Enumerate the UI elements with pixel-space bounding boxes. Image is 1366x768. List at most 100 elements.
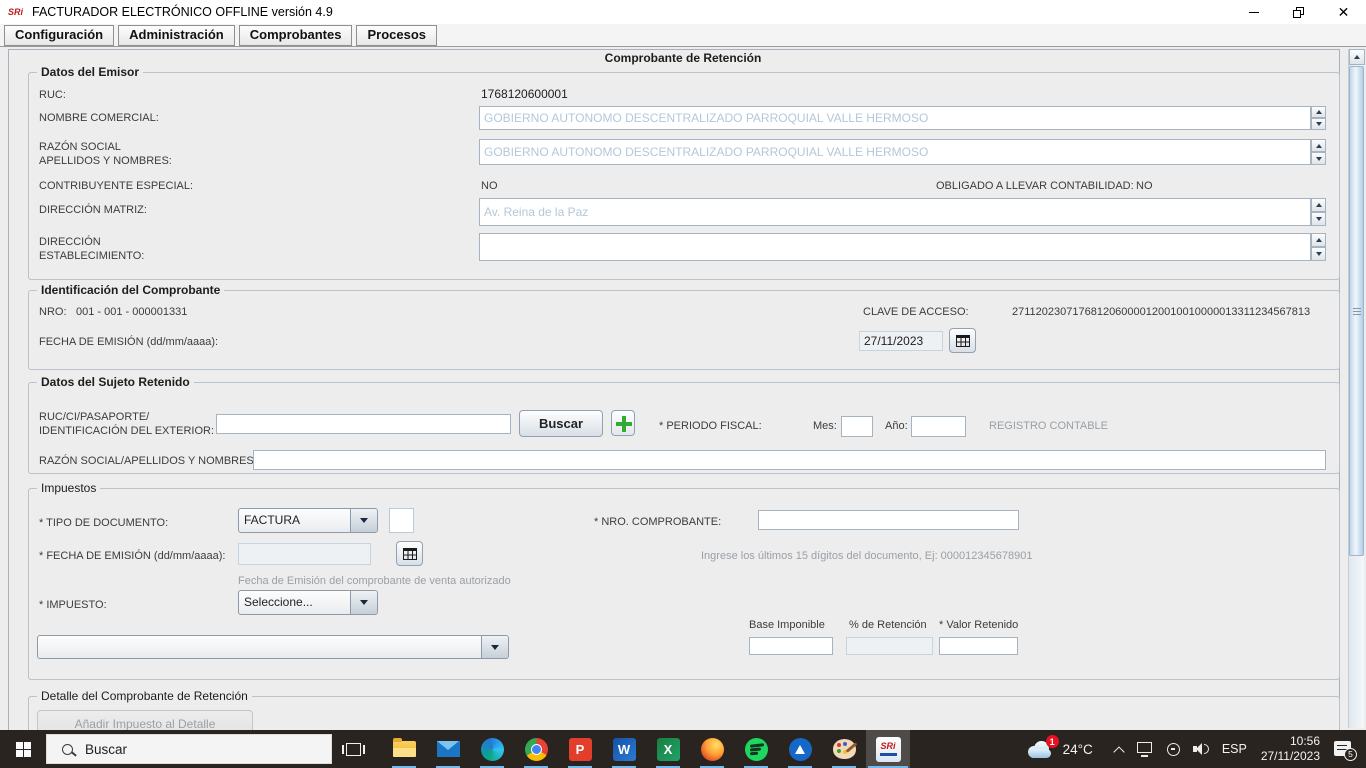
start-button[interactable]: [0, 730, 46, 768]
nombre-comercial-spinner[interactable]: [1311, 106, 1326, 130]
file-explorer-icon: [392, 738, 416, 757]
ruc-label: RUC:: [39, 89, 66, 101]
language-indicator[interactable]: ESP: [1222, 742, 1247, 756]
combo-arrow-icon[interactable]: [350, 509, 377, 532]
vertical-scrollbar[interactable]: [1348, 49, 1365, 728]
taskbar-word[interactable]: W: [602, 730, 646, 768]
taskbar-blue-circle-app[interactable]: [778, 730, 822, 768]
impuesto-fecha-field[interactable]: [238, 543, 371, 565]
combo-arrow-icon[interactable]: [481, 636, 508, 658]
date-label: 27/11/2023: [1260, 749, 1320, 763]
base-imponible-field[interactable]: [749, 637, 833, 655]
taskbar-chrome[interactable]: [514, 730, 558, 768]
impuesto-calendar-button[interactable]: [396, 541, 423, 566]
group-impuestos: Impuestos * TIPO DE DOCUMENTO: FACTURA *…: [28, 481, 1340, 680]
spinner-up-icon[interactable]: [1311, 198, 1326, 212]
combo-arrow-icon[interactable]: [350, 591, 377, 614]
impuesto-combo[interactable]: Seleccione...: [238, 590, 378, 615]
clave-acceso-label: CLAVE DE ACCESO:: [863, 306, 969, 318]
obligado-value: NO: [1136, 180, 1153, 192]
pct-retencion-label: % de Retención: [849, 619, 927, 631]
search-icon: [62, 743, 77, 757]
taskbar-file-explorer[interactable]: [382, 730, 426, 768]
chrome-icon: [524, 737, 548, 761]
direccion-matriz-label: DIRECCIÓN MATRIZ:: [39, 204, 147, 216]
razon-social-field[interactable]: [479, 139, 1311, 165]
codigo-retencion-combo[interactable]: [37, 635, 509, 659]
contribuyente-label: CONTRIBUYENTE ESPECIAL:: [39, 180, 194, 192]
weather-widget[interactable]: 1: [1027, 735, 1059, 760]
sujeto-ruc-label-2: IDENTIFICACIÓN DEL EXTERIOR:: [39, 425, 215, 437]
taskbar-firefox[interactable]: [690, 730, 734, 768]
tipo-documento-combo[interactable]: FACTURA: [238, 508, 378, 533]
pct-retencion-field[interactable]: [846, 637, 933, 655]
taskbar-mail[interactable]: [426, 730, 470, 768]
spinner-down-icon[interactable]: [1311, 212, 1326, 226]
scrollbar-thumb[interactable]: [1349, 66, 1364, 556]
group-title-detalle: Detalle del Comprobante de Retención: [37, 689, 252, 703]
impuesto-label: * IMPUESTO:: [39, 599, 107, 611]
impuesto-value: Seleccione...: [244, 595, 313, 609]
sujeto-razon-label: RAZÓN SOCIAL/APELLIDOS Y NOMBRES:: [39, 455, 257, 467]
minimize-button[interactable]: [1231, 0, 1276, 24]
nombre-comercial-field[interactable]: [479, 106, 1311, 130]
group-sujeto-retenido: Datos del Sujeto Retenido RUC/CI/PASAPOR…: [28, 375, 1340, 474]
tray-sync-icon[interactable]: [1166, 742, 1180, 756]
aniadir-impuesto-button[interactable]: Añadir Impuesto al Detalle: [37, 710, 253, 730]
direccion-estab-spinner[interactable]: [1311, 233, 1326, 261]
sujeto-razon-field[interactable]: [253, 450, 1326, 470]
menu-administracion[interactable]: Administración: [118, 24, 235, 46]
spinner-down-icon[interactable]: [1311, 247, 1326, 261]
tipo-documento-value: FACTURA: [244, 513, 301, 527]
obligado-label: OBLIGADO A LLEVAR CONTABILIDAD:: [936, 180, 1134, 192]
taskbar: Buscar P W X SRi 1 24°C ESP 10:56 27/11/…: [0, 730, 1366, 768]
network-icon[interactable]: [1136, 741, 1153, 757]
add-sujeto-button[interactable]: [611, 410, 635, 436]
taskbar-spotify[interactable]: [734, 730, 778, 768]
spinner-down-icon[interactable]: [1311, 118, 1326, 130]
anio-label: Año:: [885, 420, 908, 432]
razon-social-spinner[interactable]: [1311, 139, 1326, 165]
nro-comprobante-field[interactable]: [758, 510, 1019, 530]
spinner-up-icon[interactable]: [1311, 106, 1326, 118]
menu-comprobantes[interactable]: Comprobantes: [238, 24, 353, 46]
fecha-emision-field[interactable]: [859, 331, 943, 351]
anio-field[interactable]: [911, 416, 966, 437]
close-button[interactable]: ✕: [1321, 0, 1366, 24]
tipo-documento-code-box[interactable]: [389, 508, 414, 533]
taskbar-sri-app[interactable]: SRi: [866, 730, 910, 768]
notification-center-button[interactable]: 5: [1334, 740, 1357, 761]
clock[interactable]: 10:56 27/11/2023: [1261, 734, 1320, 764]
volume-icon[interactable]: [1192, 742, 1210, 756]
spinner-up-icon[interactable]: [1311, 233, 1326, 247]
taskbar-edge[interactable]: [470, 730, 514, 768]
menu-procesos[interactable]: Procesos: [356, 24, 438, 46]
taskbar-search[interactable]: Buscar: [46, 734, 332, 764]
spinner-up-icon[interactable]: [1311, 139, 1326, 152]
minimize-icon: [1248, 11, 1259, 13]
taskbar-excel[interactable]: X: [646, 730, 690, 768]
calendar-button[interactable]: [949, 328, 976, 353]
direccion-matriz-spinner[interactable]: [1311, 198, 1326, 226]
scrollbar-up-button[interactable]: [1349, 49, 1365, 65]
menu-configuracion[interactable]: Configuración: [4, 24, 115, 46]
direccion-matriz-field[interactable]: [479, 198, 1311, 226]
temperature-label[interactable]: 24°C: [1063, 742, 1093, 757]
spinner-down-icon[interactable]: [1311, 152, 1326, 165]
valor-retenido-field[interactable]: [939, 637, 1018, 655]
taskbar-pdf-app[interactable]: P: [558, 730, 602, 768]
direccion-estab-label-2: ESTABLECIMIENTO:: [39, 250, 145, 262]
ruc-value: 1768120600001: [481, 87, 568, 101]
page-title: Comprobante de Retención: [604, 51, 762, 65]
direccion-estab-field[interactable]: [479, 233, 1311, 261]
sujeto-ruc-field[interactable]: [216, 414, 511, 434]
buscar-button[interactable]: Buscar: [519, 410, 603, 437]
calendar-icon: [402, 547, 417, 560]
restore-button[interactable]: [1276, 0, 1321, 24]
tray-expand-chevron-icon[interactable]: [1113, 746, 1125, 758]
mail-icon: [436, 741, 460, 757]
taskbar-paint[interactable]: [822, 730, 866, 768]
mes-field[interactable]: [841, 416, 873, 437]
task-view-button[interactable]: [332, 730, 374, 768]
pdf-app-icon: P: [568, 737, 592, 761]
